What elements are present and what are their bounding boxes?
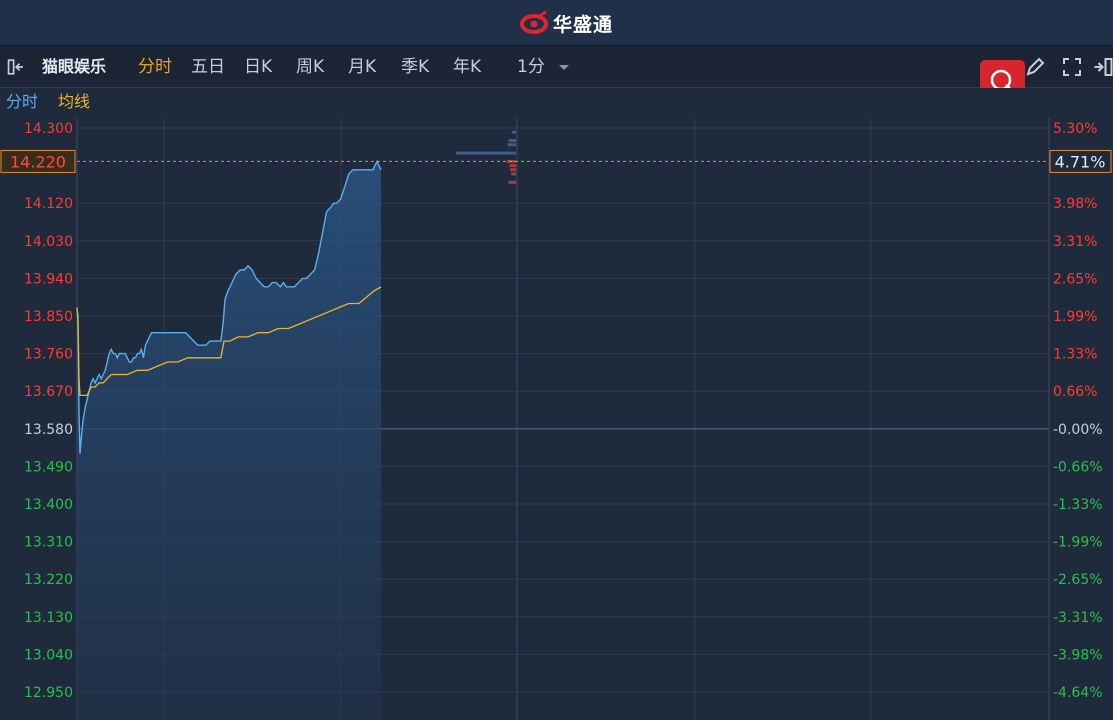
order-book-bid-bar <box>511 172 516 176</box>
y-price-tick-label: 13.310 <box>24 535 73 551</box>
tab-week-k[interactable]: 周K <box>296 57 324 77</box>
expand-right-icon[interactable] <box>1092 56 1113 78</box>
legend-bar: 分时 均线 <box>0 88 1113 117</box>
chevron-down-icon <box>559 65 570 70</box>
y-percent-tick-label: -1.33% <box>1053 497 1103 513</box>
y-percent-tick-label: -3.31% <box>1053 610 1103 626</box>
y-percent-tick-label: -4.64% <box>1053 685 1103 701</box>
stock-name[interactable]: 猫眼娱乐 <box>42 57 106 77</box>
current-price-label: 14.220 <box>10 152 66 171</box>
price-area-fill <box>77 161 381 720</box>
y-percent-tick-label: 1.99% <box>1053 309 1097 325</box>
tab-quarter-k[interactable]: 季K <box>401 57 429 77</box>
y-percent-tick-label: -1.99% <box>1053 535 1103 551</box>
app-window: 华盛通 猫眼娱乐 分时 五日 日K 周K 月K 季K 年K 1分 分时 均线 1… <box>0 0 1113 720</box>
y-percent-tick-label: 2.65% <box>1053 271 1097 287</box>
y-percent-tick-label: -2.65% <box>1053 572 1103 588</box>
legend-average-line: 均线 <box>58 92 91 111</box>
current-change-label: 4.71% <box>1055 152 1106 171</box>
y-price-tick-label: 13.940 <box>24 271 73 287</box>
y-percent-tick-label: 3.31% <box>1053 234 1097 250</box>
tab-five-day[interactable]: 五日 <box>191 57 225 77</box>
y-price-tick-label: 14.300 <box>24 121 73 137</box>
y-price-tick-label: 13.760 <box>24 347 73 363</box>
tab-intraday[interactable]: 分时 <box>138 57 172 77</box>
y-price-tick-label: 14.030 <box>24 234 73 250</box>
order-book-ask-bar <box>511 130 516 134</box>
y-percent-tick-label: -0.66% <box>1053 459 1103 475</box>
interval-select[interactable]: 1分 <box>517 57 570 77</box>
y-price-tick-label: 13.040 <box>24 647 73 663</box>
y-price-tick-label: 13.220 <box>24 572 73 588</box>
y-price-tick-label: 12.950 <box>24 685 73 701</box>
y-price-tick-label: 13.580 <box>24 422 73 438</box>
y-percent-tick-label: -0.00% <box>1053 422 1103 438</box>
y-price-tick-label: 13.130 <box>24 610 73 626</box>
brand-logo: 华盛通 <box>519 9 613 37</box>
order-book-ask-bar <box>456 151 516 155</box>
chart-toolbar: 猫眼娱乐 分时 五日 日K 周K 月K 季K 年K 1分 <box>0 46 1113 88</box>
eye-logo-icon <box>520 11 548 34</box>
y-percent-tick-label: 3.98% <box>1053 196 1097 212</box>
y-percent-tick-label: 0.66% <box>1053 384 1097 400</box>
tab-year-k[interactable]: 年K <box>453 57 481 77</box>
intraday-chart[interactable]: 14.300 5.30% 14.120 3.98% 14.030 3.31% 13.940 2… <box>0 118 1113 720</box>
y-percent-tick-label: 5.30% <box>1053 121 1097 137</box>
top-bar: 华盛通 <box>0 0 1113 46</box>
pencil-icon[interactable] <box>1024 56 1046 78</box>
tab-month-k[interactable]: 月K <box>348 57 376 77</box>
order-book-bid-bar <box>509 164 516 168</box>
legend-price-line: 分时 <box>6 92 39 111</box>
y-price-tick-label: 14.120 <box>24 196 73 212</box>
order-book-bid-bar <box>510 168 516 172</box>
order-book-ask-bar <box>508 139 516 143</box>
brand-name: 华盛通 <box>553 13 614 36</box>
interval-value: 1分 <box>517 57 545 77</box>
tab-day-k[interactable]: 日K <box>244 57 272 77</box>
y-price-tick-label: 13.670 <box>24 384 73 400</box>
y-percent-tick-label: 1.33% <box>1053 347 1097 363</box>
collapse-left-icon[interactable] <box>6 56 28 78</box>
order-book-ask-bar <box>507 143 516 147</box>
order-book-bid-bar <box>508 180 516 184</box>
y-percent-tick-label: -3.98% <box>1053 647 1103 663</box>
fullscreen-icon[interactable] <box>1061 56 1083 78</box>
y-price-tick-label: 13.850 <box>24 309 73 325</box>
y-price-tick-label: 13.400 <box>24 497 73 513</box>
y-price-tick-label: 13.490 <box>24 459 73 475</box>
